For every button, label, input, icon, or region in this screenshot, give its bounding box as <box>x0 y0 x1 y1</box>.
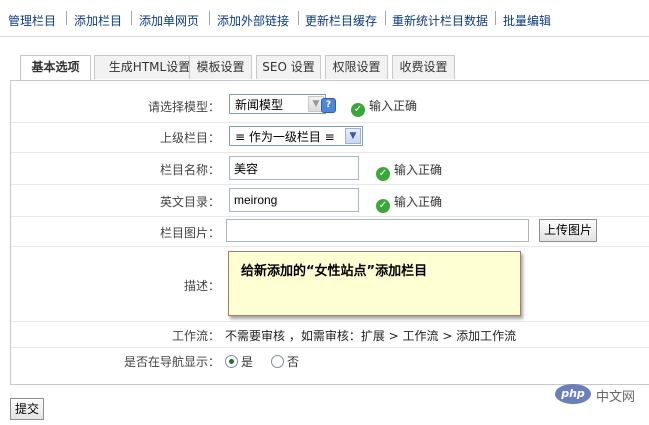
model-status-text: 输入正确 <box>369 99 418 113</box>
nav-separator <box>495 11 496 25</box>
parent-column-select[interactable]: ≡ 作为一级栏目 ≡ ▼ <box>229 126 363 146</box>
nav-separator <box>66 11 67 25</box>
nav-separator <box>385 11 386 25</box>
nav-separator <box>209 11 210 25</box>
radio-yes-selected[interactable] <box>225 355 238 368</box>
row-column-image: 栏目图片： 上传图片 <box>11 216 649 247</box>
nav-manage-columns[interactable]: 管理栏目 <box>8 12 56 29</box>
basic-options-panel: 请选择模型： 新闻模型 ▼ ? ✓ 输入正确 上级栏目： ≡ 作为一级栏目 ≡ ▼… <box>10 80 649 385</box>
radio-no-label: 否 <box>287 355 300 369</box>
row-english-directory: 英文目录： ✓ 输入正确 <box>11 184 649 217</box>
radio-no[interactable] <box>271 355 284 368</box>
nav-add-external-link[interactable]: 添加外部链接 <box>217 12 289 29</box>
nav-batch-edit[interactable]: 批量编辑 <box>503 12 551 29</box>
php-cn-watermark: php 中文网 <box>555 383 649 409</box>
radio-yes-label: 是 <box>241 355 254 369</box>
name-status: ✓ 输入正确 <box>376 161 442 181</box>
upload-image-button[interactable]: 上传图片 <box>539 219 597 242</box>
row-column-name: 栏目名称： ✓ 输入正确 <box>11 152 649 185</box>
nav-display-yes[interactable]: 是 <box>225 353 253 370</box>
model-status: ✓ 输入正确 <box>351 97 417 117</box>
name-status-text: 输入正确 <box>394 163 443 177</box>
parent-selected-value: ≡ 作为一级栏目 ≡ <box>235 130 335 144</box>
english-dir-status-text: 输入正确 <box>394 195 443 209</box>
column-image-input[interactable] <box>226 219 529 242</box>
column-name-input[interactable] <box>229 156 359 180</box>
top-navigation: 管理栏目 添加栏目 添加单网页 添加外部链接 更新栏目缓存 重新统计栏目数据 批… <box>0 0 649 36</box>
description-label: 描述： <box>183 279 220 293</box>
english-directory-input[interactable] <box>229 188 359 212</box>
tab-seo-settings[interactable]: SEO 设置 <box>256 55 321 79</box>
check-icon: ✓ <box>351 103 365 117</box>
nav-separator <box>131 11 132 25</box>
image-label: 栏目图片： <box>159 226 220 240</box>
workflow-label: 工作流： <box>171 329 220 343</box>
chevron-down-icon: ▼ <box>345 128 361 144</box>
row-model: 请选择模型： 新闻模型 ▼ ? ✓ 输入正确 <box>11 90 649 123</box>
check-icon: ✓ <box>376 167 390 181</box>
nav-display-label: 是否在导航显示： <box>123 355 220 369</box>
watermark-text: 中文网 <box>596 390 636 405</box>
parent-label: 上级栏目： <box>159 131 220 145</box>
english-dir-status: ✓ 输入正确 <box>376 193 442 213</box>
nav-separator <box>298 11 299 25</box>
row-parent-column: 上级栏目： ≡ 作为一级栏目 ≡ ▼ <box>11 122 649 153</box>
nav-update-column-cache[interactable]: 更新栏目缓存 <box>305 12 377 29</box>
model-selected-value: 新闻模型 <box>235 98 284 112</box>
description-textarea[interactable]: 给新添加的“女性站点”添加栏目 <box>228 251 521 316</box>
tab-fee-settings[interactable]: 收费设置 <box>392 55 455 79</box>
help-icon[interactable]: ? <box>321 98 336 113</box>
row-nav-display: 是否在导航显示： 是 否 <box>11 347 649 373</box>
model-label: 请选择模型： <box>147 100 220 114</box>
row-workflow: 工作流： 不需要审核 ，如需审核：扩展 > 工作流 > 添加工作流 <box>11 321 649 348</box>
english-dir-label: 英文目录： <box>159 195 220 209</box>
model-select[interactable]: 新闻模型 ▼ <box>229 94 326 114</box>
check-icon: ✓ <box>376 199 390 213</box>
nav-add-column[interactable]: 添加栏目 <box>74 12 122 29</box>
nav-recount-column-data[interactable]: 重新统计栏目数据 <box>392 12 488 29</box>
tab-basic-options[interactable]: 基本选项 <box>20 55 91 81</box>
tab-permission-settings[interactable]: 权限设置 <box>325 55 388 79</box>
submit-button[interactable]: 提交 <box>10 398 44 420</box>
tab-template-settings[interactable]: 模板设置 <box>189 55 252 79</box>
workflow-text: 不需要审核 ，如需审核：扩展 > 工作流 > 添加工作流 <box>225 329 517 343</box>
name-label: 栏目名称： <box>159 163 220 177</box>
description-text: 给新添加的“女性站点”添加栏目 <box>241 264 428 279</box>
php-logo-icon: php <box>555 384 591 404</box>
nav-display-no[interactable]: 否 <box>271 353 299 370</box>
nav-divider <box>0 36 649 37</box>
nav-add-single-page[interactable]: 添加单网页 <box>139 12 199 29</box>
